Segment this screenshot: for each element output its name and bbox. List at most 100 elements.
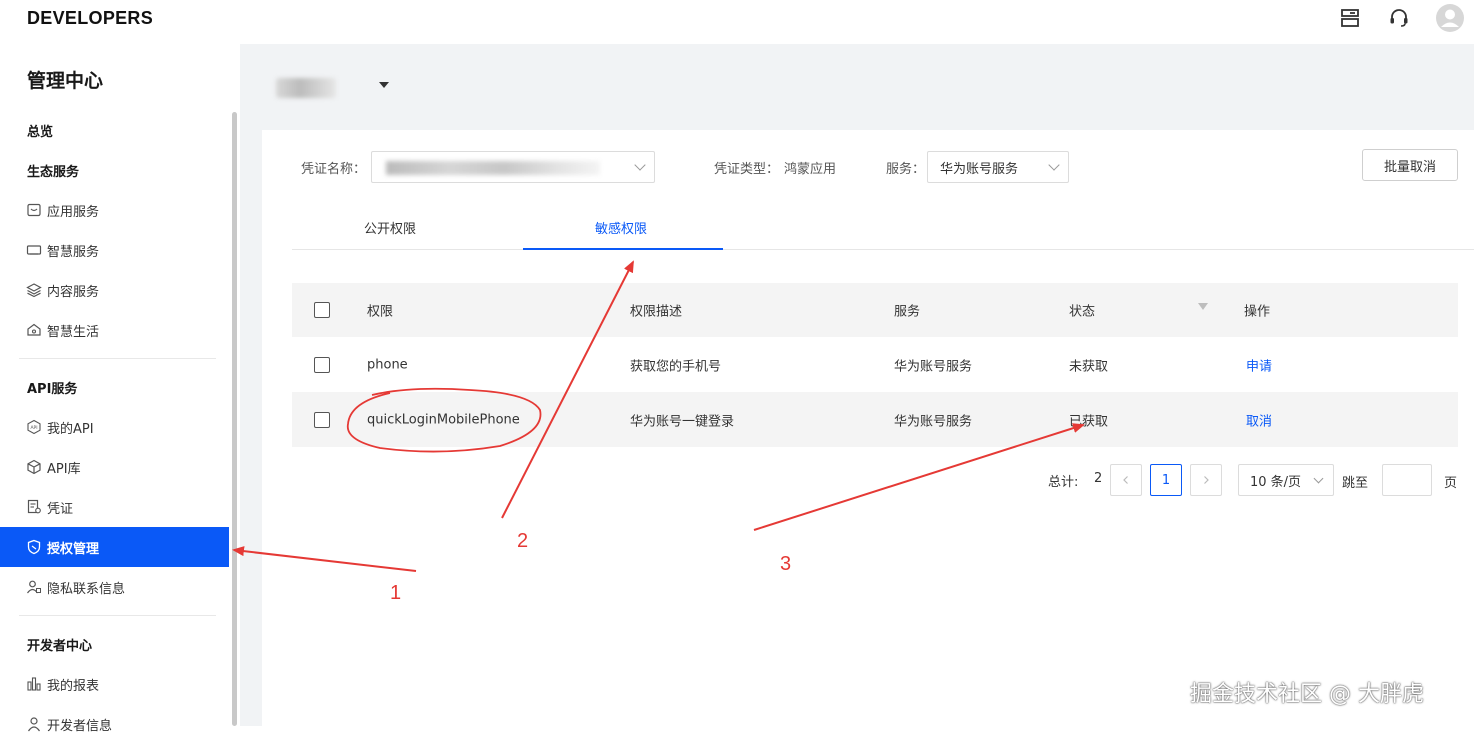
row-checkbox[interactable] xyxy=(314,411,330,428)
sidebar-item-label: 隐私联系信息 xyxy=(47,581,126,597)
sidebar-item-my-reports[interactable]: 我的报表 xyxy=(0,664,229,704)
sidebar-item-label: 内容服务 xyxy=(47,284,100,300)
sidebar-item-authorization[interactable]: 授权管理 xyxy=(0,527,229,567)
sidebar-scrollbar[interactable] xyxy=(232,112,237,726)
tab-public-permissions[interactable]: 公开权限 xyxy=(364,218,416,237)
tab-active-indicator xyxy=(523,248,723,250)
row-checkbox[interactable] xyxy=(314,356,330,373)
sidebar-item-developer-info[interactable]: 开发者信息 xyxy=(0,704,229,744)
sidebar-item-label: 应用服务 xyxy=(47,204,100,220)
sidebar-item-label: 智慧服务 xyxy=(47,244,100,260)
sidebar-item-overview[interactable]: 总览 xyxy=(27,121,53,140)
sidebar-title: 管理中心 xyxy=(27,70,104,92)
headset-support-icon[interactable] xyxy=(1387,6,1411,30)
jump-page-input[interactable] xyxy=(1382,464,1432,496)
row-permission: phone xyxy=(367,357,408,372)
header-service: 服务 xyxy=(894,304,921,320)
row-status: 未获取 xyxy=(1069,359,1109,374)
page-size-select[interactable]: 10 条/页 xyxy=(1238,464,1334,496)
table-row: phone 获取您的手机号 华为账号服务 未获取 申请 xyxy=(292,337,1458,392)
chevron-down-icon xyxy=(1048,159,1060,171)
sidebar-item-smart-service[interactable]: 智慧服务 xyxy=(0,230,229,270)
caret-down-icon[interactable] xyxy=(379,82,389,88)
app-selector-blurred[interactable] xyxy=(276,78,336,98)
cube-icon xyxy=(27,459,41,475)
sidebar-section-eco[interactable]: 生态服务 xyxy=(27,161,79,180)
row-service: 华为账号服务 xyxy=(894,359,973,374)
sidebar-item-credentials[interactable]: 凭证 xyxy=(0,487,229,527)
apply-link[interactable]: 申请 xyxy=(1246,355,1272,374)
service-select-value: 华为账号服务 xyxy=(940,161,1019,177)
table-header: 权限 权限描述 服务 状态 操作 xyxy=(292,283,1458,337)
batch-cancel-button[interactable]: 批量取消 xyxy=(1362,149,1458,181)
annotation-label-3: 3 xyxy=(780,553,792,575)
sidebar-section-developer[interactable]: 开发者中心 xyxy=(27,635,92,654)
watermark: 掘金技术社区 @ 大胖虎 xyxy=(1190,682,1424,707)
row-description: 华为账号一键登录 xyxy=(630,414,735,429)
sidebar-item-label: 我的API xyxy=(47,421,94,437)
credential-name-blurred xyxy=(386,161,600,175)
sidebar-item-label: 凭证 xyxy=(47,501,74,517)
tabs-divider xyxy=(292,249,1474,250)
sidebar-item-smart-life[interactable]: 智慧生活 xyxy=(0,310,229,350)
display-icon xyxy=(26,245,42,255)
row-description: 获取您的手机号 xyxy=(630,359,722,374)
sidebar-item-label: 智慧生活 xyxy=(47,324,100,340)
annotation-label-1: 1 xyxy=(390,582,402,604)
sidebar-item-api-library[interactable]: API库 xyxy=(0,447,229,487)
calendar-icon xyxy=(27,203,41,217)
prev-page-button[interactable] xyxy=(1110,464,1142,496)
credential-type-value: 鸿蒙应用 xyxy=(784,162,837,177)
shield-icon xyxy=(27,539,41,555)
chevron-left-icon xyxy=(1123,476,1128,484)
credential-name-label: 凭证名称： xyxy=(301,162,367,177)
sidebar-item-label: 授权管理 xyxy=(47,541,100,557)
header-permission: 权限 xyxy=(367,304,394,320)
sidebar-item-content-service[interactable]: 内容服务 xyxy=(0,270,229,310)
select-all-checkbox[interactable] xyxy=(314,302,330,318)
chevron-right-icon xyxy=(1204,476,1209,484)
sidebar-item-label: 我的报表 xyxy=(47,678,100,694)
certificate-icon xyxy=(27,499,41,514)
row-status: 已获取 xyxy=(1069,414,1109,429)
sidebar-item-label: 开发者信息 xyxy=(47,718,113,734)
chevron-down-icon xyxy=(1313,473,1324,484)
sidebar-divider xyxy=(19,615,216,616)
cancel-link[interactable]: 取消 xyxy=(1246,410,1272,429)
layers-icon xyxy=(26,283,42,298)
api-badge-icon: API xyxy=(27,419,41,435)
user-avatar[interactable] xyxy=(1435,3,1465,33)
row-service: 华为账号服务 xyxy=(894,414,973,429)
sidebar-item-privacy-contact[interactable]: 隐私联系信息 xyxy=(0,567,229,607)
row-permission: quickLoginMobilePhone xyxy=(367,412,520,427)
header-description: 权限描述 xyxy=(630,304,683,320)
sidebar-item-label: API库 xyxy=(47,461,81,477)
top-bar: DEVELOPERS xyxy=(0,0,1474,44)
home-device-icon xyxy=(27,323,41,336)
total-count: 2 xyxy=(1094,471,1103,486)
header-status: 状态 xyxy=(1069,304,1096,320)
sidebar-item-my-api[interactable]: API 我的API xyxy=(0,407,229,447)
chevron-down-icon xyxy=(634,159,646,171)
next-page-button[interactable] xyxy=(1190,464,1222,496)
header-action: 操作 xyxy=(1244,304,1271,320)
credential-name-select[interactable] xyxy=(371,151,655,183)
page-unit-label: 页 xyxy=(1444,476,1458,491)
tab-sensitive-permissions[interactable]: 敏感权限 xyxy=(595,218,647,237)
jump-label: 跳至 xyxy=(1342,476,1369,491)
page-button-current[interactable]: 1 xyxy=(1150,464,1182,496)
filter-icon[interactable] xyxy=(1198,303,1208,310)
annotation-label-2: 2 xyxy=(517,530,529,552)
sidebar-section-api[interactable]: API服务 xyxy=(27,378,77,397)
person-icon xyxy=(28,717,40,732)
sidebar-item-app-service[interactable]: 应用服务 xyxy=(0,190,229,230)
service-label: 服务： xyxy=(886,162,926,177)
svg-text:API: API xyxy=(30,425,37,431)
brand-logo[interactable]: DEVELOPERS xyxy=(27,8,153,29)
table-row: quickLoginMobilePhone 华为账号一键登录 华为账号服务 已获… xyxy=(292,392,1458,447)
credential-type-label: 凭证类型： xyxy=(714,162,780,177)
app-switch-icon[interactable] xyxy=(1339,6,1363,30)
service-select[interactable]: 华为账号服务 xyxy=(927,151,1069,183)
sidebar-divider xyxy=(19,358,216,359)
total-label: 总计: xyxy=(1048,475,1079,490)
